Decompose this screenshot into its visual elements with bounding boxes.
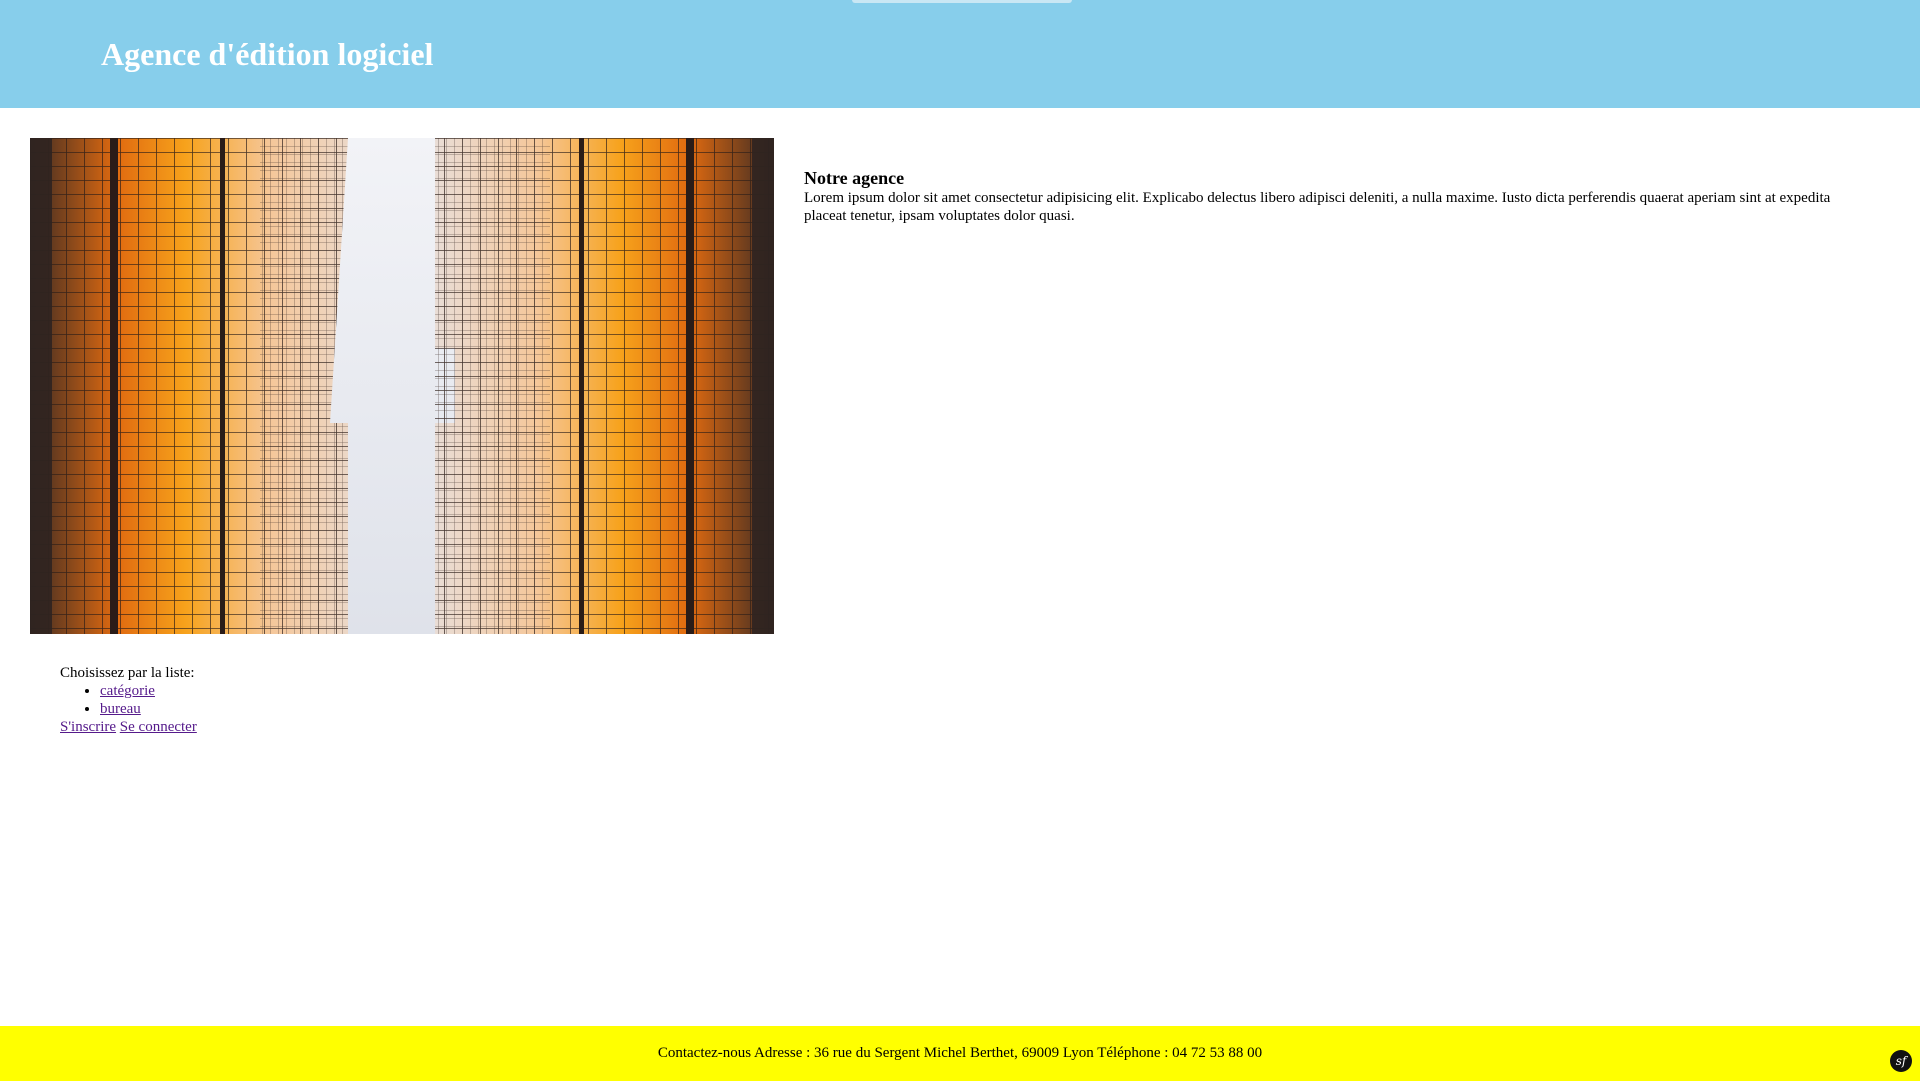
header-notch: [852, 0, 1072, 3]
nav-prompt: Choisissez par la liste:: [60, 665, 195, 681]
footer-contact-text: Contactez-nous Adresse : 36 rue du Serge…: [657, 1045, 1263, 1061]
skyscrapers-image: [30, 138, 774, 634]
site-header: Agence d'édition logiciel: [0, 0, 1920, 108]
about-title: Notre agence: [804, 168, 905, 188]
site-footer: Contactez-nous Adresse : 36 rue du Serge…: [0, 1026, 1920, 1081]
symfony-icon[interactable]: sf: [1890, 1050, 1912, 1072]
hero-image: [30, 138, 774, 634]
auth-links: S'inscrire Se connecter: [60, 718, 197, 736]
about-section: Notre agence Lorem ipsum dolor sit amet …: [804, 168, 1874, 225]
category-nav: Choisissez par la liste: catégorie burea…: [60, 664, 197, 736]
category-link[interactable]: catégorie: [100, 683, 155, 699]
register-link[interactable]: S'inscrire: [60, 719, 116, 735]
site-title: Agence d'édition logiciel: [101, 36, 434, 72]
office-link[interactable]: bureau: [100, 701, 141, 717]
category-list: catégorie bureau: [60, 682, 197, 718]
list-item: bureau: [100, 700, 197, 718]
login-link[interactable]: Se connecter: [120, 719, 197, 735]
about-text: Lorem ipsum dolor sit amet consectetur a…: [804, 190, 1831, 224]
list-item: catégorie: [100, 682, 197, 700]
